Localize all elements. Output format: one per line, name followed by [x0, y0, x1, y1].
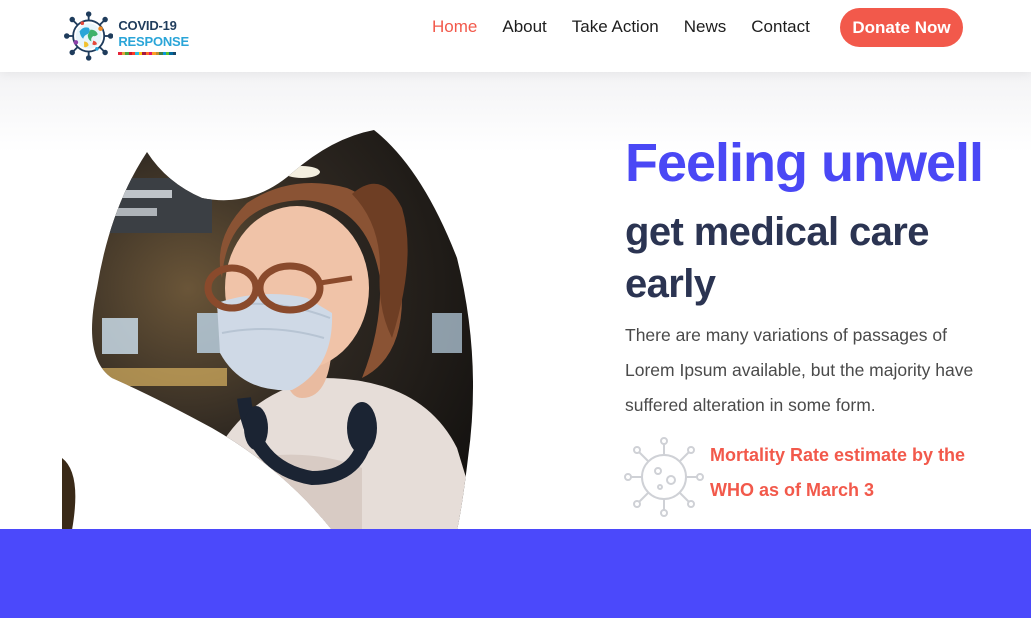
mortality-stat: Mortality Rate estimate by the WHO as of… — [622, 435, 1002, 519]
hero-headline: Feeling unwell — [625, 133, 984, 193]
logo-line-2: RESPONSE — [118, 33, 189, 49]
nav-item-contact[interactable]: Contact — [751, 17, 810, 37]
nav-item-home[interactable]: Home — [432, 17, 477, 37]
logo-color-bar — [118, 51, 177, 55]
nav-item-about[interactable]: About — [502, 17, 546, 37]
donate-now-button[interactable]: Donate Now — [840, 8, 963, 47]
virus-icon — [624, 437, 704, 517]
logo-wordmark: COVID-19 RESPONSE — [118, 18, 189, 55]
site-logo[interactable]: COVID-19 RESPONSE — [64, 8, 189, 64]
hero-subheadline: get medical care early — [625, 210, 930, 306]
site-header: COVID-19 RESPONSE Home About Take Action… — [0, 0, 1031, 72]
main-nav: Home About Take Action News Contact — [432, 14, 835, 40]
hero-photo — [62, 130, 474, 530]
logo-line-1: COVID-19 — [118, 17, 177, 33]
mortality-stat-text: Mortality Rate estimate by the WHO as of… — [710, 445, 966, 500]
globe-virus-logo-icon — [64, 11, 114, 61]
nav-item-news[interactable]: News — [684, 17, 727, 37]
nav-item-take-action[interactable]: Take Action — [572, 17, 659, 37]
stats-band — [0, 529, 1031, 618]
hero-paragraph: There are many variations of passages of… — [625, 325, 974, 415]
